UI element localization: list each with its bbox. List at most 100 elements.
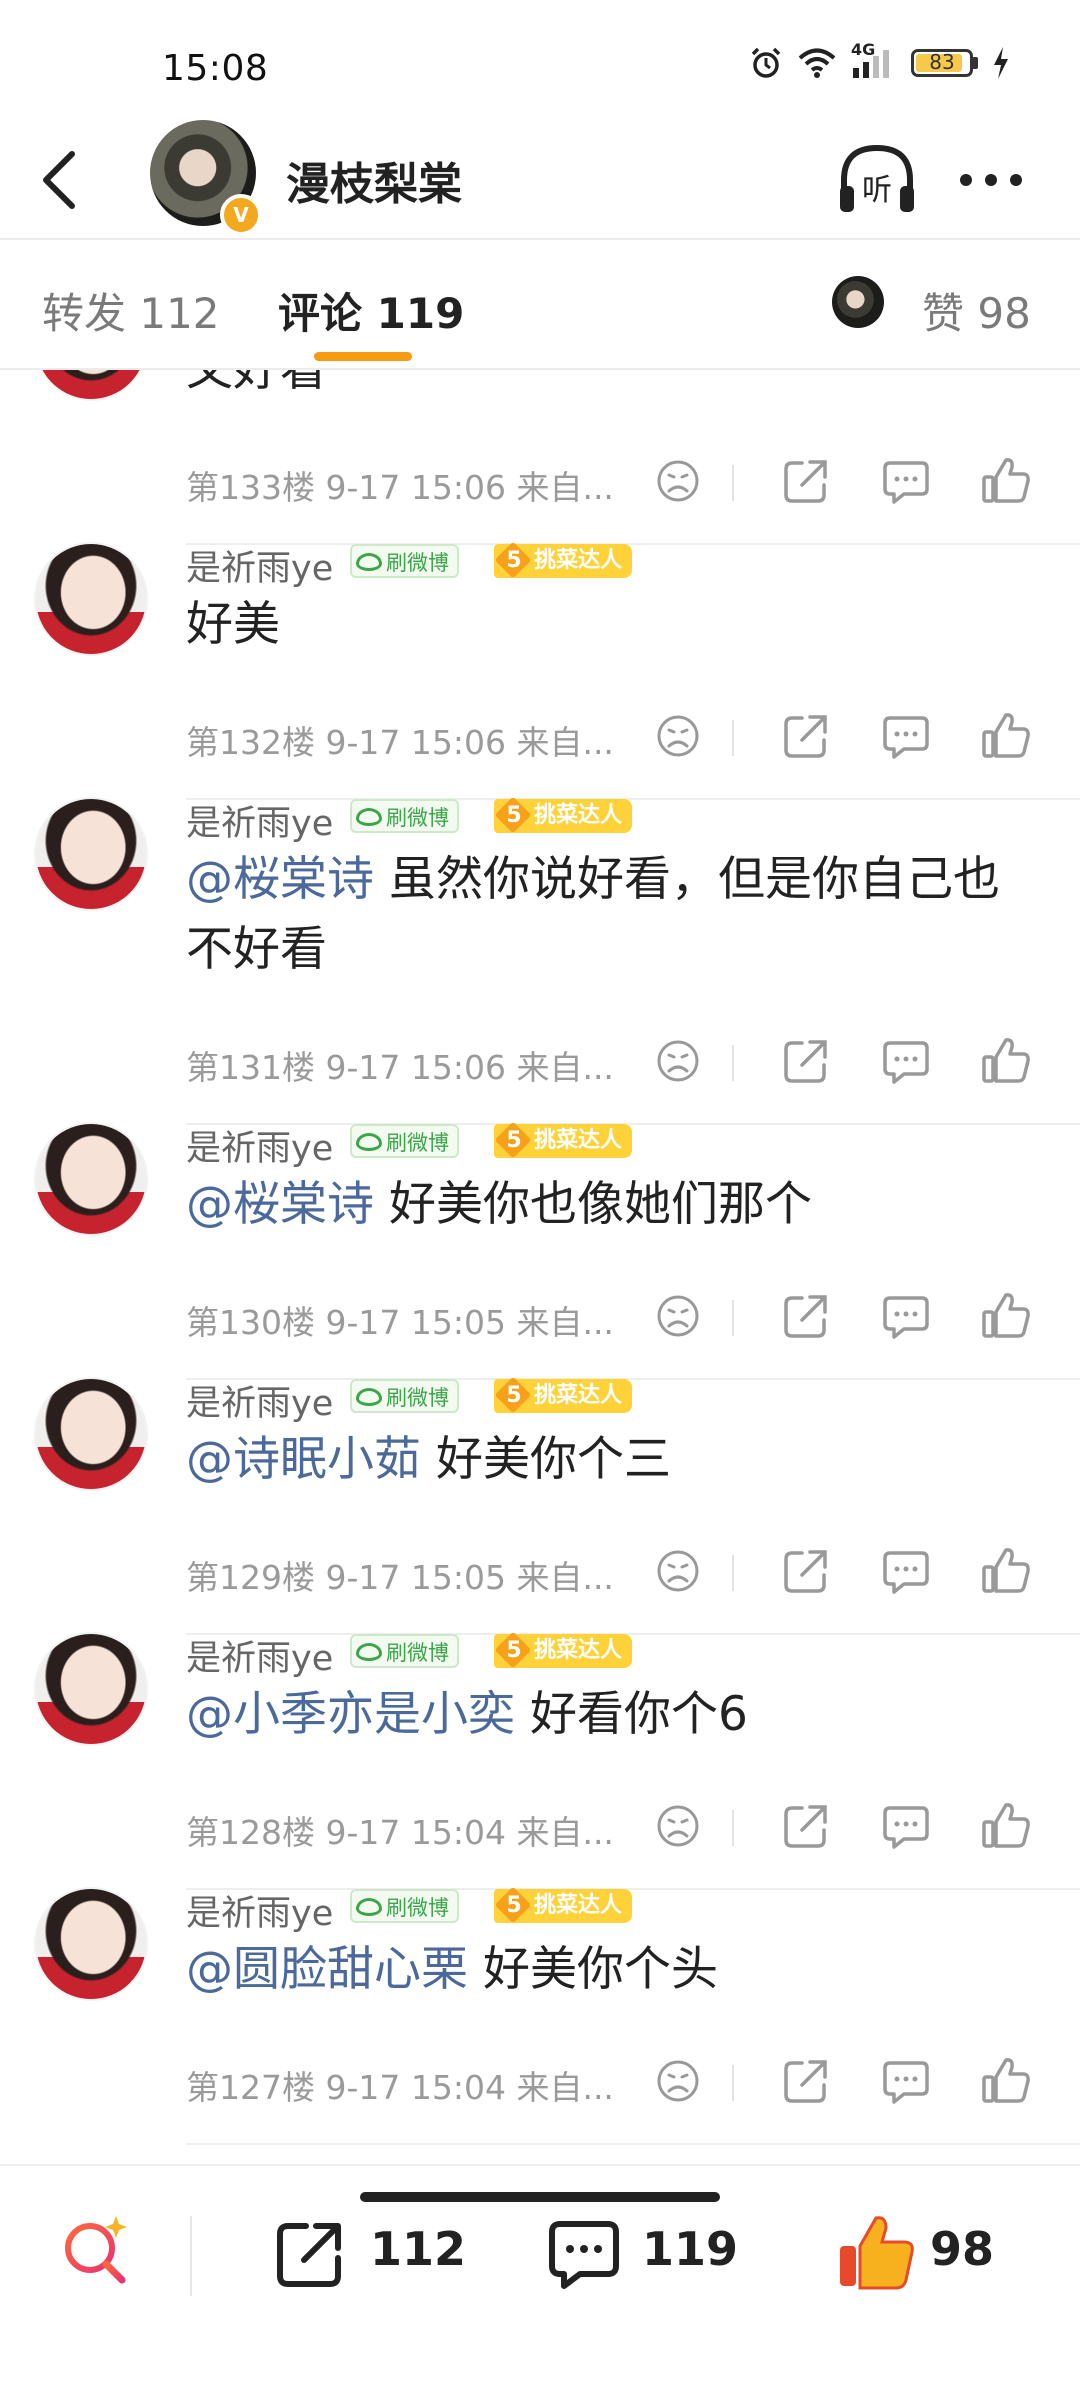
commenter-avatar[interactable] xyxy=(34,797,148,911)
weibo-eye-icon xyxy=(356,553,382,571)
share-button[interactable] xyxy=(780,1035,832,1087)
share-button[interactable] xyxy=(780,1290,832,1342)
weibo-badge: 刷微博 xyxy=(350,799,459,833)
reply-button[interactable] xyxy=(880,1545,932,1597)
tab-repost[interactable]: 转发 112 xyxy=(42,280,220,341)
mention-link[interactable]: @桜棠诗 xyxy=(186,1177,374,1232)
mention-link[interactable]: @小季亦是小奕 xyxy=(186,1687,515,1742)
commenter-avatar[interactable] xyxy=(34,1632,148,1746)
like-count: 98 xyxy=(930,2222,995,2276)
comment-count: 119 xyxy=(642,2222,739,2276)
share-button[interactable] xyxy=(780,1800,832,1852)
reply-button[interactable] xyxy=(880,710,932,762)
comment-actions xyxy=(640,2055,1040,2115)
comment-item[interactable]: 是祈雨ye 刷微博 5 挑菜达人 @圆脸甜心栗 好美你个头 第127楼 9-17 15:0… xyxy=(0,1855,1080,2145)
picky-badge: 5 挑菜达人 xyxy=(494,796,633,834)
like-button[interactable] xyxy=(834,2210,920,2296)
share-button[interactable] xyxy=(780,1545,832,1597)
reply-icon xyxy=(883,1806,929,1849)
like-button[interactable] xyxy=(980,710,1032,762)
commenter-name[interactable]: 是祈雨ye xyxy=(186,1630,333,1681)
comment-item[interactable]: 是祈雨ye 刷微博 5 挑菜达人 @桜棠诗 好美你也像她们那个 第130楼 9-17 15… xyxy=(0,1090,1080,1380)
tab-like[interactable]: 赞 98 xyxy=(922,280,1031,341)
share-icon xyxy=(784,1040,827,1083)
commenter-avatar[interactable] xyxy=(34,1122,148,1236)
listen-button[interactable]: 听 xyxy=(836,140,918,222)
badge-level: 5 xyxy=(506,1383,522,1408)
share-button[interactable] xyxy=(780,2055,832,2107)
dislike-button[interactable] xyxy=(652,1290,704,1342)
reply-button[interactable] xyxy=(880,1800,932,1852)
dislike-button[interactable] xyxy=(652,1800,704,1852)
commenter-avatar[interactable] xyxy=(34,370,148,401)
dislike-button[interactable] xyxy=(652,2055,704,2107)
more-button[interactable] xyxy=(956,160,1026,200)
like-button[interactable] xyxy=(980,455,1032,507)
comment-item[interactable]: 是祈雨ye 刷微博 5 挑菜达人 @小季亦是小奕 好看你个6 第128楼 9-17 15:… xyxy=(0,1600,1080,1890)
commenter-name[interactable]: 是祈雨ye xyxy=(186,1375,333,1426)
tab-comment[interactable]: 评论 119 xyxy=(278,280,464,341)
comment-item[interactable]: 是祈雨ye 刷微博 5 挑菜达人 好美 第132楼 9-17 15:06 来自... xyxy=(0,510,1080,800)
like-button[interactable] xyxy=(980,1800,1032,1852)
reply-icon xyxy=(883,716,929,759)
dislike-icon xyxy=(657,2060,699,2102)
reply-button[interactable] xyxy=(880,2055,932,2107)
home-indicator xyxy=(360,2192,720,2202)
comment-actions xyxy=(640,1800,1040,1860)
ai-search-button[interactable] xyxy=(56,2210,136,2290)
weibo-badge-label: 刷微博 xyxy=(386,806,449,830)
picky-badge-label: 挑菜达人 xyxy=(534,1893,623,1918)
like-button[interactable] xyxy=(980,2055,1032,2107)
weibo-badge-label: 刷微博 xyxy=(386,1131,449,1155)
share-icon xyxy=(784,1805,827,1848)
commenter-avatar[interactable] xyxy=(34,542,148,656)
repost-button[interactable] xyxy=(270,2214,350,2294)
share-button[interactable] xyxy=(780,455,832,507)
like-button[interactable] xyxy=(980,1545,1032,1597)
comment-item[interactable]: 是祈雨ye 刷微博 5 挑菜达人 @桜棠诗 虽然你说好看，但是你自己也不好看 第131楼 … xyxy=(0,765,1080,1125)
comment-text[interactable]: @诗眠小茹 好美你个三 xyxy=(186,1425,1036,1495)
dislike-button[interactable] xyxy=(652,710,704,762)
charging-icon xyxy=(994,47,1008,79)
picky-badge-label: 挑菜达人 xyxy=(534,1383,623,1408)
reply-button[interactable] xyxy=(880,455,932,507)
reply-button[interactable] xyxy=(880,1290,932,1342)
dislike-button[interactable] xyxy=(652,1035,704,1087)
comment-list[interactable]: 是祈雨ye刷微博5挑菜达人又好看第133楼 9-17 15:06 来自...是祈… xyxy=(0,370,1080,2160)
verified-badge-icon: V xyxy=(220,194,262,236)
reply-icon xyxy=(883,1551,929,1594)
commenter-avatar[interactable] xyxy=(34,1377,148,1491)
tab-bar: 转发 112 评论 119 赞 98 xyxy=(0,240,1080,370)
mention-link[interactable]: @圆脸甜心栗 xyxy=(186,1942,468,1997)
comment-text[interactable]: @桜棠诗 好美你也像她们那个 xyxy=(186,1170,1036,1240)
like-button[interactable] xyxy=(980,1290,1032,1342)
dislike-button[interactable] xyxy=(652,1545,704,1597)
comment-text[interactable]: @圆脸甜心栗 好美你个头 xyxy=(186,1935,1036,2005)
comment-text[interactable]: @桜棠诗 虽然你说好看，但是你自己也不好看 xyxy=(186,845,1036,985)
reply-button[interactable] xyxy=(880,1035,932,1087)
comment-button[interactable] xyxy=(544,2214,624,2294)
weibo-badge-label: 刷微博 xyxy=(386,1386,449,1410)
share-button[interactable] xyxy=(780,710,832,762)
comment-text[interactable]: 好美 xyxy=(186,590,1036,660)
comment-text[interactable]: @小季亦是小奕 好看你个6 xyxy=(186,1680,1036,1750)
weibo-eye-icon xyxy=(356,1133,382,1151)
weibo-badge: 刷微博 xyxy=(350,1889,459,1923)
mention-link[interactable]: @诗眠小茹 xyxy=(186,1432,421,1487)
like-icon xyxy=(982,1293,1030,1338)
thumbs-up-filled-icon xyxy=(840,2216,914,2290)
commenter-avatar[interactable] xyxy=(34,1887,148,2001)
comment-text[interactable]: 又好看 xyxy=(186,370,1036,405)
commenter-name[interactable]: 是祈雨ye xyxy=(186,795,333,846)
like-button[interactable] xyxy=(980,1035,1032,1087)
commenter-name[interactable]: 是祈雨ye xyxy=(186,1120,333,1171)
profile-name[interactable]: 漫枝梨棠 xyxy=(286,148,462,212)
comment-item[interactable]: 是祈雨ye 刷微博 5 挑菜达人 @诗眠小茹 好美你个三 第129楼 9-17 15:05… xyxy=(0,1345,1080,1635)
picky-badge: 5 挑菜达人 xyxy=(494,1631,633,1669)
picky-badge-label: 挑菜达人 xyxy=(534,1638,623,1663)
mention-link[interactable]: @桜棠诗 xyxy=(186,852,374,907)
back-button[interactable] xyxy=(30,140,90,220)
dislike-button[interactable] xyxy=(652,455,704,507)
commenter-name[interactable]: 是祈雨ye xyxy=(186,540,333,591)
commenter-name[interactable]: 是祈雨ye xyxy=(186,1885,333,1936)
